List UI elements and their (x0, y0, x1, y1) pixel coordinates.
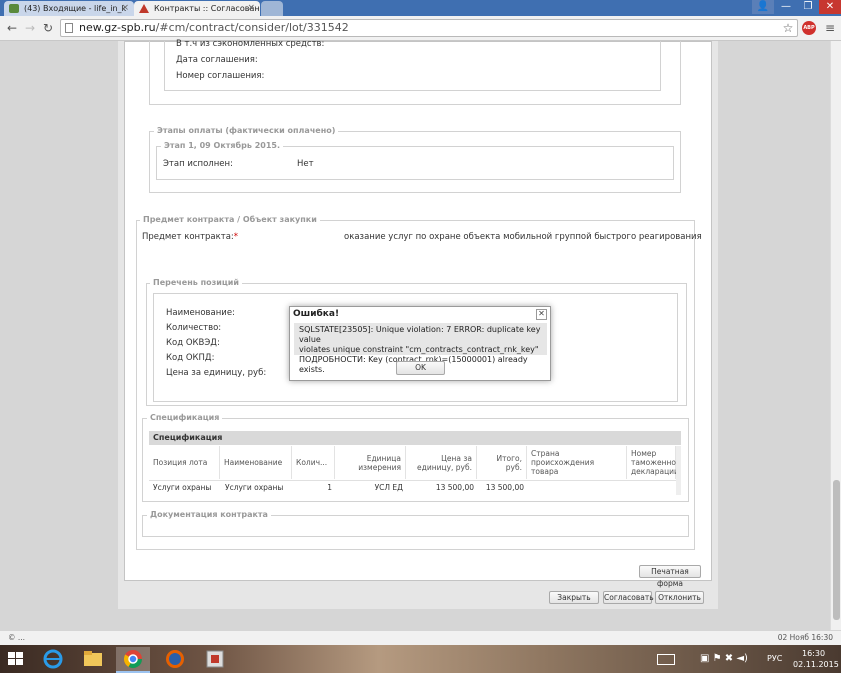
column-unit[interactable]: Единица измерения (335, 446, 406, 479)
tray-icons[interactable]: ▣ ⚑ ✖ ◄) (700, 653, 748, 664)
column-customs[interactable]: Номер таможенной декларации (627, 446, 681, 479)
position-quantity-label: Количество: (166, 323, 222, 333)
stage-done-value: Нет (297, 159, 314, 169)
subject-label-text: Предмет контракта: (142, 232, 234, 242)
address-bar[interactable]: new.gz-spb.ru/#cm/contract/consider/lot/… (60, 19, 798, 37)
adblock-label: ABP (803, 25, 815, 31)
keyboard-icon[interactable] (657, 654, 675, 665)
windows-start-icon[interactable] (0, 647, 32, 671)
minimize-icon[interactable]: — (775, 0, 797, 14)
close-tab-icon[interactable]: × (247, 1, 255, 16)
file-explorer-icon[interactable] (76, 647, 110, 671)
cell-name: Услуги охраны (225, 483, 284, 492)
specification-caption: Спецификация (149, 431, 681, 445)
new-tab-button[interactable] (261, 1, 283, 16)
url-path: /#cm/contract/consider/lot/331542 (155, 21, 349, 34)
cell-unit-price: 13 500,00 (435, 483, 474, 492)
required-mark: * (233, 232, 239, 242)
stage-fieldset (156, 146, 674, 180)
page-scrollbar[interactable] (830, 41, 841, 630)
position-name-label: Наименование: (166, 308, 235, 318)
close-tab-icon[interactable]: × (121, 1, 129, 16)
error-message: SQLSTATE[23505]: Unique violation: 7 ERR… (294, 323, 547, 374)
input-language[interactable]: РУС (767, 654, 782, 663)
windows-taskbar: ▣ ⚑ ✖ ◄) РУС 16:30 02.11.2015 (0, 645, 841, 673)
browser-toolbar: ← → ↻ new.gz-spb.ru/#cm/contract/conside… (0, 16, 841, 41)
site-favicon-icon (139, 4, 149, 13)
firefox-icon[interactable] (158, 647, 192, 671)
dialog-close-icon[interactable]: ✕ (536, 309, 547, 320)
specification-legend: Спецификация (147, 413, 223, 422)
tab-mail[interactable]: (43) Входящие - life_in_k × (4, 1, 134, 16)
agreement-number-label: Номер соглашения: (176, 71, 265, 81)
cell-unit: УСЛ ЕД (374, 483, 403, 492)
status-left: © ... (8, 633, 26, 642)
clock-time[interactable]: 16:30 (802, 649, 825, 658)
error-message-line-1: SQLSTATE[23505]: Unique violation: 7 ERR… (299, 325, 541, 344)
subject-label: Предмет контракта:* (142, 232, 238, 242)
column-quantity[interactable]: Колич... (292, 446, 335, 479)
bookmark-star-icon[interactable]: ☆ (780, 20, 796, 36)
clock-date[interactable]: 02.11.2015 (793, 660, 839, 669)
browser-tab-strip: (43) Входящие - life_in_k × Контракты ::… (0, 0, 841, 16)
user-profile-icon[interactable]: 👤 (752, 0, 774, 14)
restore-icon[interactable]: ❐ (797, 0, 819, 14)
approve-button[interactable]: Согласовать (603, 591, 654, 604)
print-form-button[interactable]: Печатная форма (639, 565, 701, 588)
app-icon[interactable] (198, 647, 232, 671)
column-lot-position[interactable]: Позиция лота (149, 446, 220, 479)
error-dialog: Ошибка! ✕ SQLSTATE[23505]: Unique violat… (289, 306, 551, 381)
position-okpd-label: Код ОКПД: (166, 353, 215, 363)
dialog-title: Ошибка! (293, 309, 340, 319)
subject-value: оказание услуг по охране объекта мобильн… (344, 232, 702, 242)
window-close-icon[interactable]: ✕ (819, 0, 841, 14)
documentation-legend: Документация контракта (147, 510, 271, 519)
subject-legend: Предмет контракта / Объект закупки (140, 215, 320, 224)
mail-favicon-icon (9, 4, 19, 13)
chrome-icon[interactable] (116, 647, 150, 673)
scrollbar-thumb[interactable] (833, 480, 840, 620)
agreement-savings-label: В т.ч из сэкономленных средств: (176, 39, 325, 49)
url-host: new.gz-spb.ru (79, 21, 156, 34)
column-name[interactable]: Наименование (220, 446, 292, 479)
stage-legend: Этап 1, 09 Октябрь 2015. (161, 141, 283, 150)
column-total[interactable]: Итого, руб. (477, 446, 527, 479)
status-bar: © ... 02 Нояб 16:30 (0, 630, 841, 645)
ok-button[interactable]: OK (396, 361, 445, 375)
reload-icon[interactable]: ↻ (40, 20, 56, 36)
position-okved-label: Код ОКВЭД: (166, 338, 220, 348)
menu-icon[interactable]: ≡ (822, 20, 838, 36)
status-right: 02 Нояб 16:30 (777, 633, 833, 642)
reject-button[interactable]: Отклонить (655, 591, 704, 604)
tab-mail-label: (43) Входящие - life_in_k (24, 4, 127, 13)
positions-legend: Перечень позиций (150, 278, 242, 287)
table-scrollbar[interactable] (676, 446, 681, 495)
payment-stages-legend: Этапы оплаты (фактически оплачено) (154, 126, 339, 135)
forward-arrow-icon[interactable]: → (22, 20, 38, 36)
adblock-icon[interactable]: ABP (802, 21, 816, 35)
cell-quantity: 1 (327, 483, 332, 492)
stage-done-label: Этап исполнен: (163, 159, 233, 169)
tab-contracts[interactable]: Контракты :: Согласован × (134, 1, 260, 16)
column-unit-price[interactable]: Цена за единицу, руб. (406, 446, 477, 479)
column-country[interactable]: Страна происхождения товара (527, 446, 627, 479)
position-price-label: Цена за единицу, руб: (166, 368, 267, 378)
close-button[interactable]: Закрыть (549, 591, 599, 604)
internet-explorer-icon[interactable] (36, 647, 70, 671)
error-message-line-2: violates unique constraint "cm_contracts… (299, 345, 539, 354)
back-arrow-icon[interactable]: ← (4, 20, 20, 36)
cell-total: 13 500,00 (485, 483, 524, 492)
agreement-date-label: Дата соглашения: (176, 55, 258, 65)
tab-contracts-label: Контракты :: Согласован (154, 4, 260, 13)
page-icon (65, 23, 73, 33)
cell-lot-position: Услуги охраны (153, 483, 212, 492)
